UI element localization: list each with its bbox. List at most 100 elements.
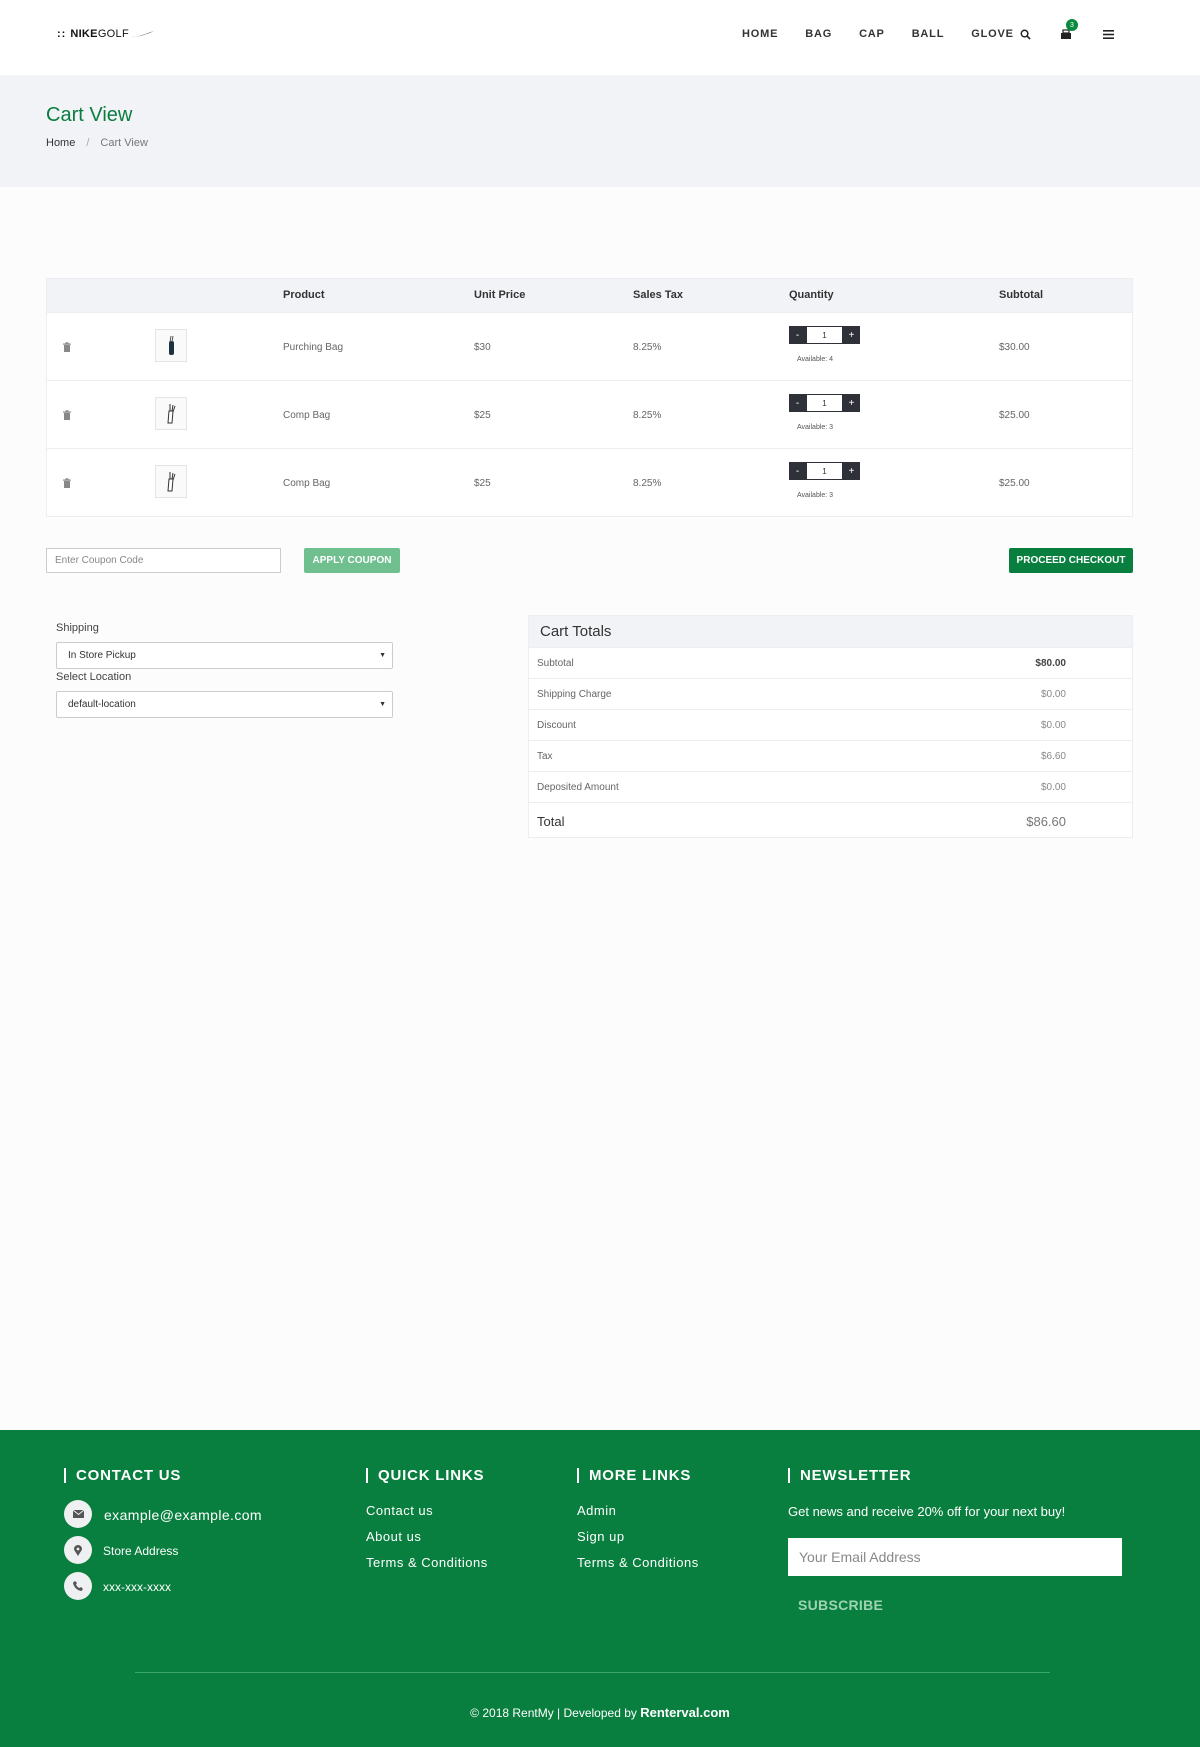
quantity-stepper: - 1 +	[789, 326, 860, 344]
footer-link-terms-2[interactable]: Terms & Conditions	[577, 1555, 699, 1570]
footer-link-terms[interactable]: Terms & Conditions	[366, 1555, 488, 1570]
product-name[interactable]: Comp Bag	[283, 410, 330, 421]
location-pin-icon	[64, 1536, 92, 1564]
quantity-stepper: - 1 +	[789, 394, 860, 412]
totals-row-deposit: Deposited Amount $0.00	[529, 771, 1132, 802]
location-label: Select Location	[56, 671, 132, 683]
discount-value: $0.00	[1040, 720, 1066, 731]
product-thumbnail[interactable]	[155, 465, 187, 498]
quantity-input[interactable]: 1	[806, 394, 843, 412]
logo-nike: NIKE	[70, 28, 98, 40]
subscribe-button[interactable]: SUBSCRIBE	[798, 1597, 883, 1613]
tax-value: $6.60	[1040, 751, 1066, 762]
row-subtotal: $30.00	[999, 342, 1030, 353]
shipping-select[interactable]: In Store Pickup ▼	[56, 642, 393, 669]
copyright-text: © 2018 RentMy | Developed by	[470, 1706, 641, 1720]
footer-link-admin[interactable]: Admin	[577, 1503, 616, 1518]
nav-home[interactable]: HOME	[742, 28, 778, 40]
totals-row-total: Total $86.60	[529, 802, 1132, 837]
product-name[interactable]: Comp Bag	[283, 478, 330, 489]
decrement-button[interactable]: -	[789, 462, 806, 480]
quantity-input[interactable]: 1	[806, 462, 843, 480]
breadcrumb-current: Cart View	[100, 137, 148, 149]
column-unit-price: Unit Price	[474, 289, 526, 301]
menu-icon[interactable]	[1099, 25, 1117, 43]
main-nav: HOME BAG CAP BALL GLOVE 3	[742, 19, 1114, 40]
totals-row-shipping: Shipping Charge $0.00	[529, 678, 1132, 709]
increment-button[interactable]: +	[843, 394, 860, 412]
chevron-down-icon: ▼	[379, 701, 386, 708]
shipping-charge-label: Shipping Charge	[537, 689, 612, 700]
envelope-icon	[64, 1500, 92, 1528]
cart-table: Product Unit Price Sales Tax Quantity Su…	[46, 278, 1133, 517]
site-footer: CONTACT US example@example.com Store Add…	[0, 1430, 1200, 1747]
logo[interactable]: :: NIKE GOLF	[57, 28, 155, 40]
cart-icon[interactable]: 3	[1057, 19, 1078, 43]
footer-link-signup[interactable]: Sign up	[577, 1529, 625, 1544]
availability-text: Available: 4	[797, 356, 834, 363]
subtotal-value: $80.00	[1035, 658, 1066, 669]
unit-price: $30	[474, 342, 491, 353]
location-select-value: default-location	[68, 699, 136, 710]
table-row: Comp Bag $25 8.25% - 1 + Available: 3 $2…	[47, 448, 1132, 516]
quantity-input[interactable]: 1	[806, 326, 843, 344]
quick-links-heading: QUICK LINKS	[366, 1468, 484, 1483]
total-label: Total	[537, 814, 565, 829]
totals-row-tax: Tax $6.60	[529, 740, 1132, 771]
trash-icon[interactable]	[62, 478, 72, 488]
increment-button[interactable]: +	[843, 462, 860, 480]
page-title: Cart View	[46, 104, 133, 126]
cart-totals-title: Cart Totals	[529, 616, 1132, 647]
trash-icon[interactable]	[62, 342, 72, 352]
decrement-button[interactable]: -	[789, 326, 806, 344]
newsletter-heading: NEWSLETTER	[788, 1468, 911, 1483]
page-banner: Cart View Home / Cart View	[0, 75, 1200, 187]
shipping-charge-value: $0.00	[1040, 689, 1066, 700]
coupon-input[interactable]: Enter Coupon Code	[46, 548, 281, 573]
footer-link-about[interactable]: About us	[366, 1529, 421, 1544]
search-icon[interactable]	[1016, 25, 1034, 43]
tax-label: Tax	[537, 751, 553, 762]
breadcrumb-separator: /	[86, 137, 90, 149]
copyright: © 2018 RentMy | Developed by Renterval.c…	[0, 1705, 1200, 1720]
sales-tax: 8.25%	[633, 342, 662, 353]
location-select[interactable]: default-location ▼	[56, 691, 393, 718]
cart-count-badge: 3	[1066, 19, 1078, 31]
table-row: Purching Bag $30 8.25% - 1 + Available: …	[47, 312, 1132, 380]
breadcrumb-home[interactable]: Home	[46, 137, 75, 149]
total-value: $86.60	[1026, 814, 1066, 829]
newsletter-email-input[interactable]: Your Email Address	[788, 1538, 1122, 1576]
availability-text: Available: 3	[797, 492, 834, 499]
nav-bag[interactable]: BAG	[805, 28, 832, 40]
logo-golf: GOLF	[97, 28, 129, 40]
totals-row-subtotal: Subtotal $80.00	[529, 647, 1132, 678]
product-name[interactable]: Purching Bag	[283, 342, 343, 353]
unit-price: $25	[474, 478, 491, 489]
quantity-stepper: - 1 +	[789, 462, 860, 480]
product-thumbnail[interactable]	[155, 329, 187, 362]
proceed-checkout-button[interactable]: PROCEED CHECKOUT	[1009, 548, 1133, 573]
shipping-select-value: In Store Pickup	[68, 650, 136, 661]
nav-glove[interactable]: GLOVE	[971, 28, 1014, 40]
footer-link-contact[interactable]: Contact us	[366, 1503, 433, 1518]
table-row: Comp Bag $25 8.25% - 1 + Available: 3 $2…	[47, 380, 1132, 448]
breadcrumb: Home / Cart View	[46, 137, 148, 149]
totals-row-discount: Discount $0.00	[529, 709, 1132, 740]
chevron-down-icon: ▼	[379, 652, 386, 659]
nav-ball[interactable]: BALL	[912, 28, 945, 40]
decrement-button[interactable]: -	[789, 394, 806, 412]
footer-divider	[135, 1672, 1050, 1673]
trash-icon[interactable]	[62, 410, 72, 420]
swoosh-icon	[131, 31, 154, 37]
cart-totals: Cart Totals Subtotal $80.00 Shipping Cha…	[528, 615, 1133, 838]
increment-button[interactable]: +	[843, 326, 860, 344]
contact-heading: CONTACT US	[64, 1468, 181, 1483]
contact-email[interactable]: example@example.com	[104, 1507, 262, 1523]
developer-link[interactable]: Renterval.com	[640, 1705, 730, 1720]
product-thumbnail[interactable]	[155, 397, 187, 430]
apply-coupon-button[interactable]: APPLY COUPON	[304, 548, 400, 573]
column-product: Product	[283, 289, 325, 301]
nav-cap[interactable]: CAP	[859, 28, 885, 40]
site-header: :: NIKE GOLF HOME BAG CAP BALL GLOVE 3	[0, 0, 1200, 75]
newsletter-text: Get news and receive 20% off for your ne…	[788, 1504, 1066, 1519]
